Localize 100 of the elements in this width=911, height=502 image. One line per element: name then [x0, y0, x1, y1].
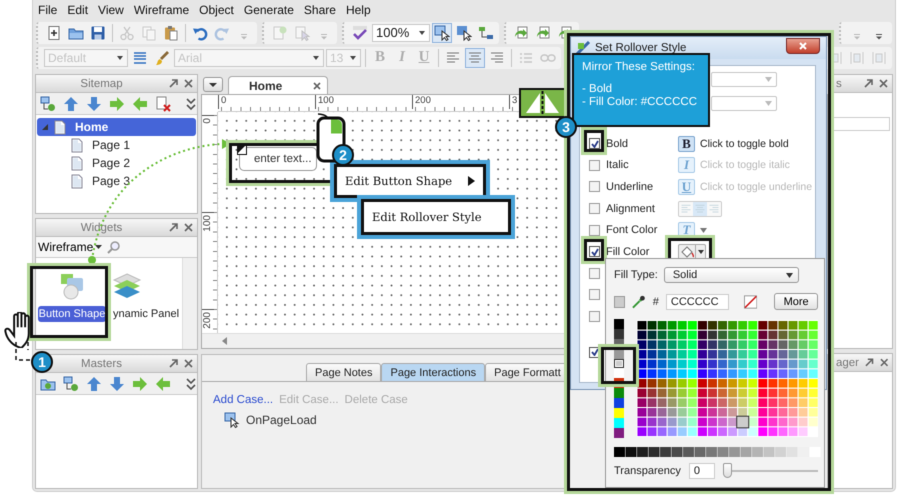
- up-arrow-icon[interactable]: [86, 376, 102, 392]
- scrollbar[interactable]: [182, 258, 197, 349]
- event-icon: [224, 412, 240, 428]
- down-arrow-icon[interactable]: [109, 376, 125, 392]
- dropdown-field[interactable]: [711, 72, 777, 87]
- new-page-icon[interactable]: [46, 24, 62, 40]
- input-field[interactable]: CCCCCC: [666, 294, 729, 310]
- menu-item[interactable]: View: [93, 3, 129, 17]
- expand-arrow-icon[interactable]: [41, 123, 49, 131]
- right-arrow-icon[interactable]: [109, 96, 125, 112]
- color-swatch[interactable]: [614, 358, 624, 368]
- color-grid-drawing[interactable]: [636, 320, 818, 438]
- action-link[interactable]: Add Case...: [213, 394, 274, 406]
- text-field[interactable]: [832, 117, 890, 131]
- close-button[interactable]: [786, 38, 820, 54]
- hint-text: Click to toggle bold: [700, 138, 789, 150]
- menu-item[interactable]: Object: [194, 3, 239, 17]
- left-arrow-icon[interactable]: [155, 376, 171, 392]
- dropdown-field[interactable]: [711, 96, 777, 111]
- widget-label[interactable]: ynamic Panel: [112, 306, 180, 322]
- color-swatch[interactable]: [614, 428, 624, 438]
- pin-icon[interactable]: [864, 79, 873, 88]
- align-right-icon[interactable]: [489, 50, 505, 66]
- close-icon[interactable]: [184, 223, 193, 232]
- checkbox[interactable]: [589, 311, 600, 322]
- close-icon[interactable]: [880, 358, 888, 367]
- pin-icon[interactable]: [865, 358, 874, 367]
- tone-ramp-drawing[interactable]: [614, 447, 821, 457]
- select-cursor-icon[interactable]: [456, 24, 472, 40]
- field-label: Transparency: [614, 465, 681, 477]
- search-icon[interactable]: [107, 240, 122, 254]
- fill-color-button[interactable]: [678, 244, 706, 260]
- pin-icon[interactable]: [169, 359, 178, 368]
- menu-item[interactable]: Help: [340, 3, 376, 17]
- pin-icon[interactable]: [169, 79, 178, 88]
- save-icon[interactable]: [90, 24, 106, 40]
- menu-item[interactable]: Edit: [62, 3, 94, 17]
- dialog-title: Set Rollover Style: [595, 42, 688, 54]
- dropdown-field[interactable]: 100%: [372, 24, 430, 42]
- menu-item[interactable]: Wireframe: [128, 3, 194, 17]
- checkbox[interactable]: [589, 246, 600, 258]
- checkbox[interactable]: [589, 289, 600, 300]
- checkbox[interactable]: [589, 138, 600, 150]
- color-swatch[interactable]: [614, 408, 624, 418]
- menu-item[interactable]: Generate: [238, 3, 299, 17]
- input-field[interactable]: 0: [688, 463, 715, 479]
- delete-page-icon[interactable]: [155, 96, 171, 112]
- ruler-label: 200: [202, 311, 213, 329]
- checkbox[interactable]: [589, 268, 600, 279]
- spellcheck-icon[interactable]: [352, 24, 368, 40]
- callout-line: - Bold: [582, 83, 614, 95]
- color-swatch[interactable]: [614, 388, 624, 398]
- right-arrow-icon[interactable]: [132, 376, 148, 392]
- panel-tab[interactable]: Page Interactions: [381, 363, 486, 381]
- field-label: Fill Type:: [614, 269, 658, 281]
- align-center-icon[interactable]: [467, 50, 483, 66]
- align-left-icon[interactable]: [445, 50, 461, 66]
- more-button[interactable]: More: [774, 293, 818, 310]
- color-swatch[interactable]: [614, 398, 624, 408]
- page-tab[interactable]: Home: [228, 76, 328, 94]
- eyedropper-icon[interactable]: [632, 294, 646, 308]
- text-lines-icon[interactable]: [132, 50, 148, 66]
- close-icon[interactable]: [184, 79, 193, 88]
- paintbrush-icon[interactable]: [154, 50, 170, 66]
- ruler-label: 200: [412, 95, 509, 109]
- tree-item[interactable]: Page 1: [88, 137, 134, 153]
- close-icon[interactable]: [313, 82, 321, 90]
- close-icon[interactable]: [879, 79, 888, 88]
- connector-icon[interactable]: [478, 24, 494, 40]
- panel-title: ager: [836, 356, 860, 368]
- color-swatch[interactable]: [614, 328, 624, 339]
- page-icon: [71, 174, 83, 188]
- left-arrow-icon[interactable]: [132, 96, 148, 112]
- option-label: Fill Color: [606, 246, 650, 258]
- tab-menu-button[interactable]: [203, 77, 223, 92]
- color-swatch[interactable]: [614, 319, 624, 329]
- format-button[interactable]: B: [678, 136, 695, 152]
- dropdown-field[interactable]: Solid: [664, 267, 799, 283]
- tree-item[interactable]: Page 2: [88, 155, 134, 171]
- event-name[interactable]: OnPageLoad: [246, 413, 317, 427]
- color-swatch[interactable]: [614, 418, 624, 428]
- clipboard-icon[interactable]: [163, 24, 179, 40]
- select-cursor-icon[interactable]: [434, 24, 450, 40]
- button-shape[interactable]: enter text...: [239, 147, 317, 171]
- close-icon[interactable]: [184, 359, 193, 368]
- panel-tab[interactable]: Page Notes: [306, 363, 382, 381]
- add-page-icon[interactable]: [40, 96, 56, 112]
- color-swatch[interactable]: [614, 368, 624, 378]
- menu-item[interactable]: File: [33, 3, 62, 17]
- ruler-label: 100: [315, 95, 412, 109]
- menu-item[interactable]: Share: [298, 3, 341, 17]
- no-color-icon[interactable]: [744, 294, 758, 308]
- scroll-left-arrow-icon[interactable]: [222, 337, 228, 345]
- up-arrow-icon[interactable]: [63, 96, 79, 112]
- slider-thumb[interactable]: [722, 463, 732, 478]
- widget-label[interactable]: Button Shape: [38, 306, 106, 322]
- page-icon: [71, 138, 83, 152]
- add-page-icon[interactable]: [63, 376, 79, 392]
- down-arrow-icon[interactable]: [86, 96, 102, 112]
- pin-icon[interactable]: [168, 223, 178, 232]
